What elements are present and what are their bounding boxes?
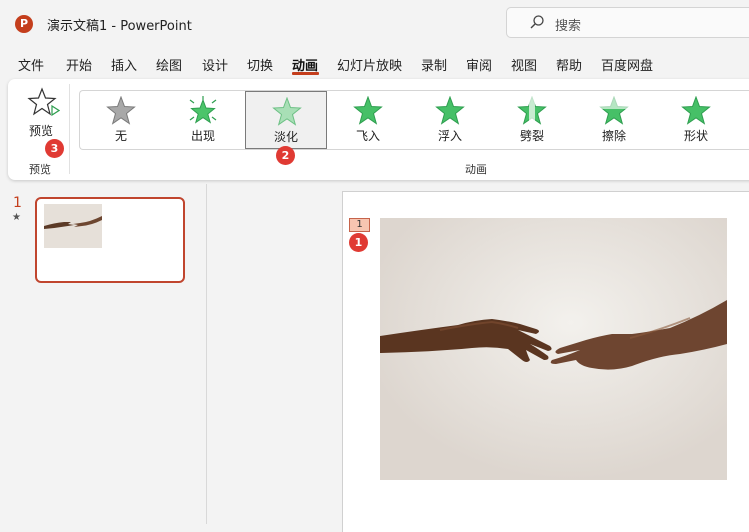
pane-divider [206, 184, 207, 524]
step-badge-fade: 2 [276, 146, 295, 165]
animation-appear[interactable]: 出现 [162, 91, 244, 149]
star-fly-in-green-icon [353, 96, 383, 125]
animation-fly-in[interactable]: 飞入 [327, 91, 409, 149]
tab-slideshow[interactable]: 幻灯片放映 [337, 55, 402, 74]
tab-transitions[interactable]: 切换 [247, 55, 273, 74]
search-placeholder: 搜索 [555, 19, 582, 34]
tab-draw[interactable]: 绘图 [156, 55, 182, 74]
thumbnail-image [44, 204, 102, 248]
preview-button-label: 预览 [29, 124, 54, 138]
animation-order-tag[interactable]: 1 [349, 218, 370, 232]
tab-file[interactable]: 文件 [18, 55, 44, 74]
active-tab-indicator [292, 72, 319, 75]
tab-design[interactable]: 设计 [202, 55, 228, 74]
star-gray-icon [106, 96, 136, 125]
animation-label: 飞入 [355, 129, 380, 143]
title-bar: P 演示文稿1 - PowerPoint 搜索 [0, 0, 749, 46]
step-badge-slide: 1 [349, 233, 368, 252]
animation-label: 形状 [683, 129, 708, 143]
hands-photo[interactable] [380, 218, 727, 480]
star-wipe-green-icon [599, 96, 629, 125]
search-box[interactable]: 搜索 [506, 7, 749, 38]
animation-marker-icon: ★ [12, 212, 21, 223]
animation-wipe[interactable]: 擦除 [573, 91, 655, 149]
animation-label: 无 [114, 129, 127, 143]
powerpoint-app-icon: P [15, 15, 33, 33]
search-icon [529, 14, 545, 34]
step-badge-preview: 3 [45, 139, 64, 158]
tab-help[interactable]: 帮助 [556, 55, 582, 74]
slide-thumbnail[interactable] [35, 197, 185, 283]
star-fade-green-icon [272, 97, 302, 126]
star-shape-green-icon [681, 96, 711, 125]
animation-fade[interactable]: 淡化 [245, 91, 327, 149]
animation-none[interactable]: 无 [80, 91, 162, 149]
tab-home[interactable]: 开始 [66, 55, 92, 74]
ribbon-tabs: 文件 开始 插入 绘图 设计 切换 动画 幻灯片放映 录制 审阅 视图 帮助 百… [0, 50, 749, 76]
animation-label: 劈裂 [519, 129, 544, 143]
animation-label: 浮入 [437, 129, 462, 143]
preview-star-icon [26, 87, 61, 123]
ribbon-group-divider [69, 84, 70, 174]
slide-number: 1 [13, 195, 22, 211]
animation-shape[interactable]: 形状 [655, 91, 737, 149]
tab-review[interactable]: 审阅 [466, 55, 492, 74]
star-burst-green-icon [189, 96, 217, 124]
star-split-green-icon [517, 96, 547, 126]
preview-group-label: 预览 [29, 163, 51, 176]
animation-gallery: 无 出现 淡化 飞入 浮入 劈裂 擦除 形状 [79, 90, 749, 150]
animation-label: 擦除 [601, 129, 626, 143]
tab-view[interactable]: 视图 [511, 55, 537, 74]
tab-insert[interactable]: 插入 [111, 55, 137, 74]
animation-label: 淡化 [273, 130, 298, 144]
animation-label: 出现 [190, 129, 215, 143]
animation-group-label: 动画 [465, 163, 487, 176]
document-title: 演示文稿1 - PowerPoint [47, 19, 192, 34]
star-float-in-green-icon [435, 96, 465, 125]
tab-baidu-netdisk[interactable]: 百度网盘 [601, 55, 653, 74]
animation-split[interactable]: 劈裂 [491, 91, 573, 149]
animation-float-in[interactable]: 浮入 [409, 91, 491, 149]
tab-record[interactable]: 录制 [421, 55, 447, 74]
